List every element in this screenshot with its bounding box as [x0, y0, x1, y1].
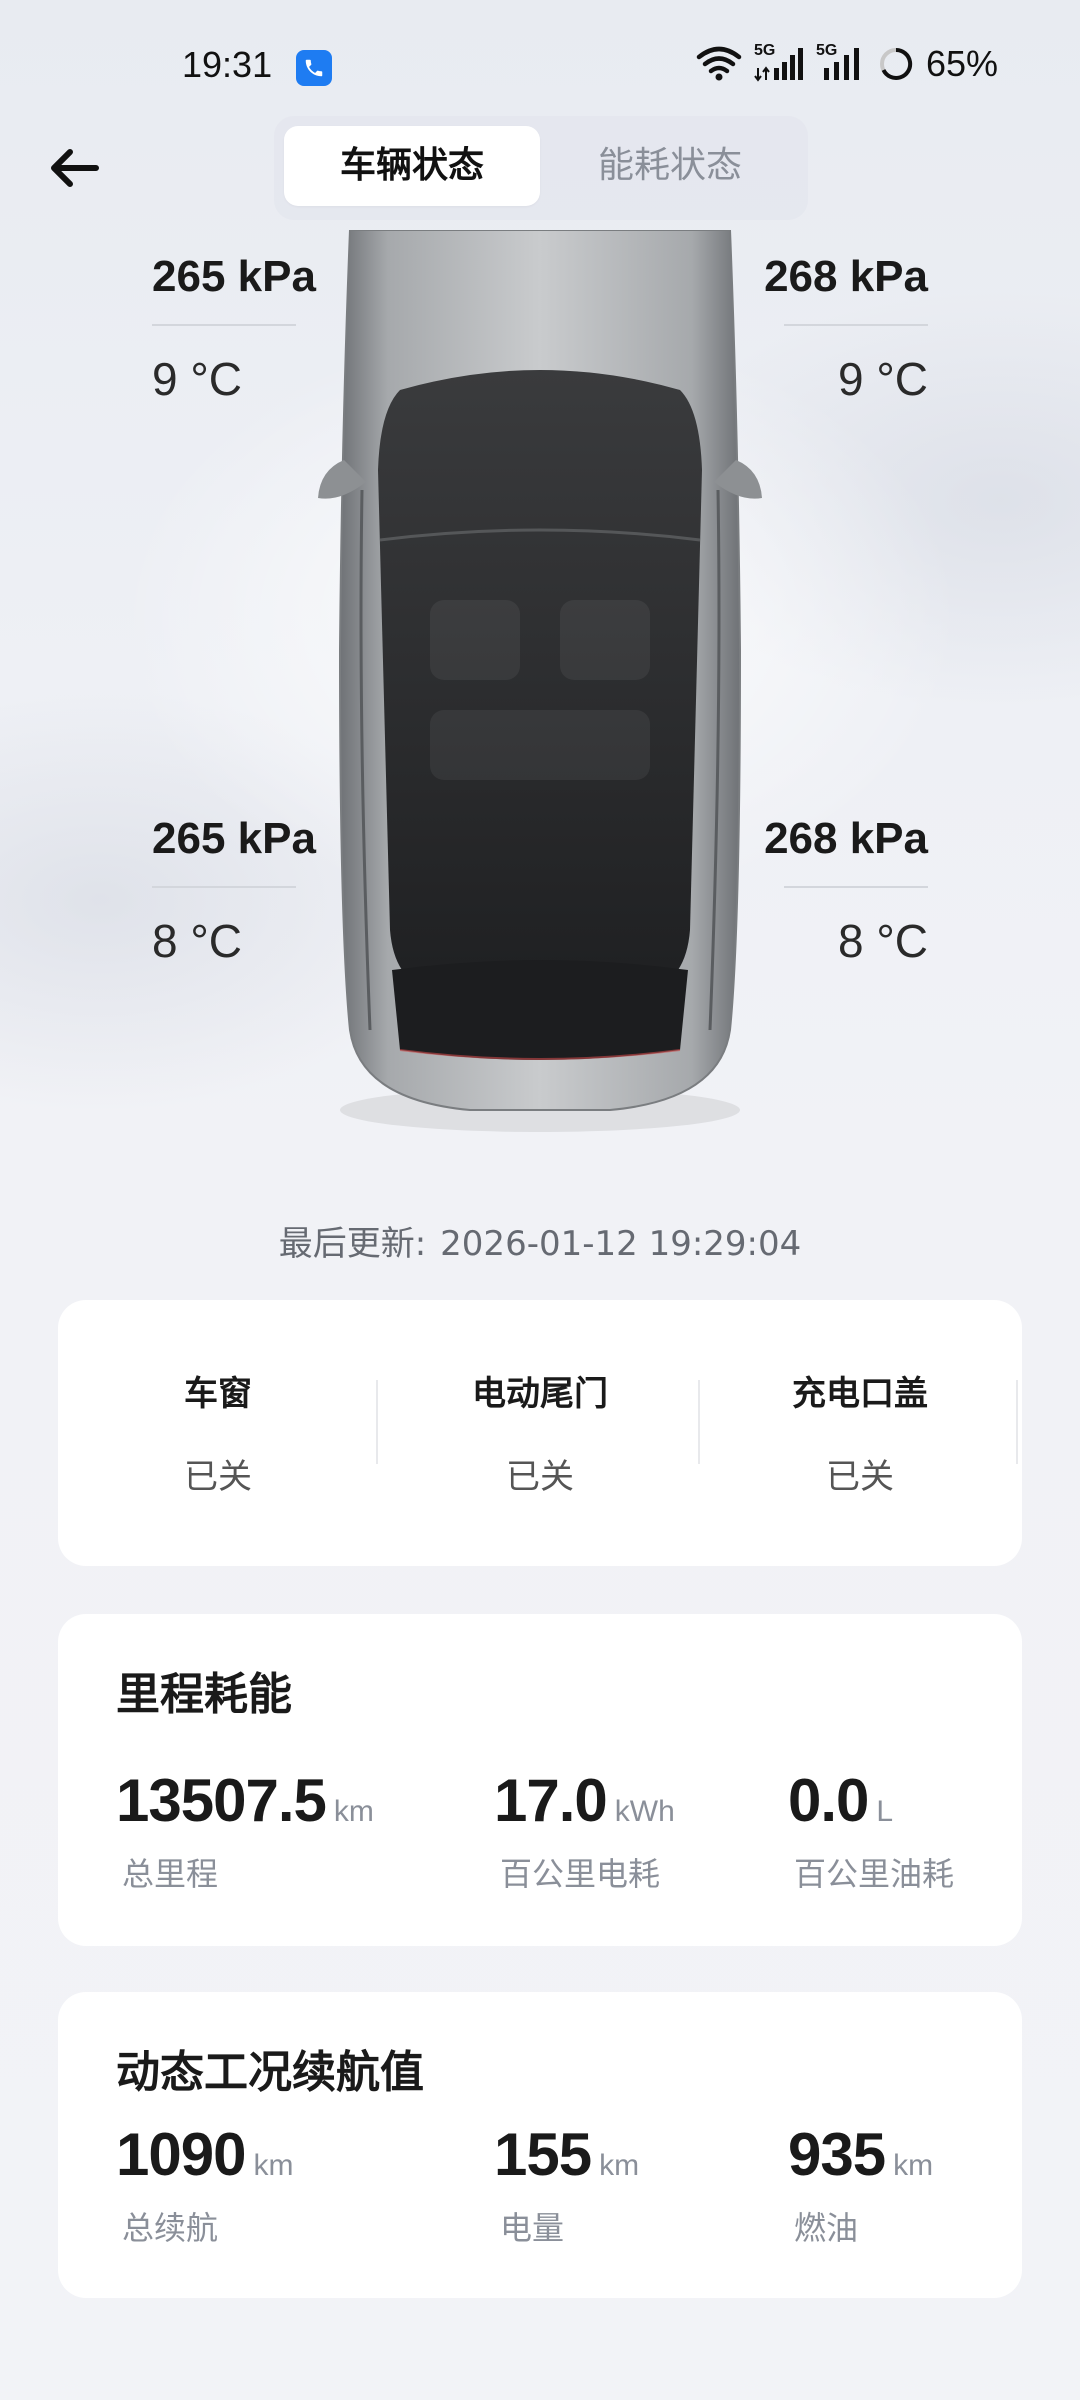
metric-fuel-consumption: 0.0 L 百公里油耗 [788, 1766, 954, 1895]
dynamic-range-card: 动态工况续航值 1090 km 总续航 155 km 电量 935 km 燃油 [58, 1992, 1022, 2298]
metric-electric-range: 155 km 电量 [494, 2120, 639, 2249]
tire-rear-left: 265 kPa 8 °C [152, 814, 352, 968]
tire-rear-right: 268 kPa 8 °C [728, 814, 928, 968]
tire-temperature: 9 °C [152, 353, 242, 405]
status-label: 车窗 [184, 1374, 252, 1414]
tire-divider [784, 886, 928, 888]
last-update-time: 2026-01-12 19:29:04 [440, 1224, 802, 1264]
last-update-label: 最后更新: [278, 1224, 427, 1264]
vehicle-status-card: 车窗 已关 电动尾门 已关 充电口盖 已关 [58, 1300, 1022, 1566]
metric-label: 百公里油耗 [794, 1855, 955, 1893]
status-label: 电动尾门 [472, 1374, 608, 1414]
call-icon [296, 50, 332, 86]
metric-unit: L [876, 1795, 894, 1828]
status-value: 已关 [826, 1457, 894, 1497]
status-time: 19:31 [182, 44, 273, 85]
signal-icon-2: 5G [816, 42, 866, 84]
metric-value: 935 [788, 2121, 886, 2188]
arrow-left-icon [51, 149, 99, 187]
signal-icon-1: 5G [754, 42, 804, 84]
metric-value: 1090 [116, 2121, 246, 2188]
tire-divider [152, 324, 296, 326]
metric-total-mileage: 13507.5 km 总里程 [116, 1766, 374, 1895]
metric-unit: km [893, 2149, 934, 2182]
metric-fuel-range: 935 km 燃油 [788, 2120, 933, 2249]
divider [1016, 1380, 1018, 1464]
status-value: 已关 [184, 1457, 252, 1497]
metric-label: 总里程 [122, 1855, 219, 1893]
metric-label: 电量 [500, 2209, 565, 2247]
metric-label: 百公里电耗 [500, 1855, 661, 1893]
tab-energy-status[interactable]: 能耗状态 [542, 126, 798, 206]
status-right: 5G 5G 65% [696, 42, 998, 84]
metric-label: 总续航 [122, 2209, 219, 2247]
battery-ring-icon [879, 47, 913, 80]
card-title: 里程耗能 [116, 1669, 292, 1720]
metric-total-range: 1090 km 总续航 [116, 2120, 293, 2249]
tab-vehicle-status[interactable]: 车辆状态 [284, 126, 540, 206]
metric-unit: km [333, 1795, 374, 1828]
metric-value: 13507.5 [116, 1767, 327, 1834]
last-update: 最后更新: 2026-01-12 19:29:04 [0, 1216, 1080, 1265]
divider [376, 1380, 378, 1464]
wifi-icon [696, 46, 742, 81]
metric-electric-consumption: 17.0 kWh 百公里电耗 [494, 1766, 675, 1895]
tire-pressure: 268 kPa [764, 252, 928, 301]
tire-pressure: 268 kPa [764, 814, 928, 863]
tab-switcher: 车辆状态 能耗状态 [274, 116, 808, 220]
tire-temperature: 8 °C [152, 915, 242, 967]
card-title: 动态工况续航值 [116, 2047, 424, 2098]
car-top-view [318, 230, 762, 1132]
mileage-energy-card: 里程耗能 13507.5 km 总里程 17.0 kWh 百公里电耗 0.0 L 百公… [58, 1614, 1022, 1946]
tire-pressure: 265 kPa [152, 814, 316, 863]
status-item-charge-port[interactable]: 充电口盖 已关 [700, 1366, 1020, 1498]
metric-value: 0.0 [788, 1767, 869, 1834]
metric-unit: km [599, 2149, 640, 2182]
status-value: 已关 [506, 1457, 574, 1497]
tire-front-right: 268 kPa 9 °C [728, 252, 928, 406]
tire-pressure: 265 kPa [152, 252, 316, 301]
status-label: 充电口盖 [792, 1374, 928, 1414]
tire-temperature: 9 °C [838, 353, 928, 405]
tire-temperature: 8 °C [838, 915, 928, 967]
tire-front-left: 265 kPa 9 °C [152, 252, 352, 406]
status-bar: 19:31 5G 5G 65% [0, 0, 1080, 100]
back-button[interactable] [44, 140, 108, 196]
metric-unit: kWh [614, 1795, 675, 1828]
status-item-tailgate[interactable]: 电动尾门 已关 [380, 1366, 700, 1498]
metric-value: 155 [494, 2121, 592, 2188]
battery-percent: 65% [925, 43, 998, 84]
tire-divider [784, 324, 928, 326]
metric-label: 燃油 [794, 2209, 859, 2247]
metric-value: 17.0 [494, 1767, 608, 1834]
tire-divider [152, 886, 296, 888]
metric-unit: km [253, 2149, 294, 2182]
status-item-window[interactable]: 车窗 已关 [58, 1366, 378, 1498]
